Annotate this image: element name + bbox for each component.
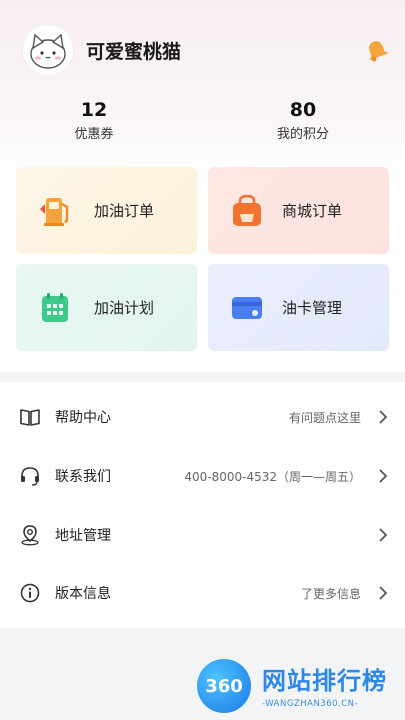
watermark-title: 网站排行榜	[262, 667, 387, 695]
card-label: 商城订单	[282, 202, 343, 220]
card-label: 油卡管理	[282, 299, 343, 317]
card-label: 加油计划	[94, 299, 155, 317]
menu-value: 400-8000-4532（周一—周五）	[184, 469, 361, 484]
card-fuel-plan[interactable]: 加油计划	[16, 264, 197, 351]
menu-item-version[interactable]: 版本信息 了更多信息	[0, 564, 405, 622]
watermark-logo: 360	[197, 659, 251, 713]
card-icon	[228, 289, 266, 327]
coupon-count: 12	[80, 99, 108, 121]
location-icon	[21, 525, 39, 546]
avatar[interactable]	[22, 24, 74, 76]
card-fuel-orders[interactable]: 加油订单	[16, 167, 197, 254]
bell-icon[interactable]	[364, 38, 390, 64]
chevron-right-icon	[379, 528, 388, 542]
menu-label: 地址管理	[55, 528, 111, 544]
stat-coupons[interactable]: 12 优惠券	[24, 98, 164, 144]
fuel-pump-icon	[36, 192, 74, 230]
info-icon	[20, 583, 40, 603]
points-count: 80	[289, 99, 317, 121]
menu-value: 了更多信息	[300, 586, 361, 601]
menu-item-help[interactable]: 帮助中心 有问题点这里	[0, 388, 405, 446]
menu-label: 帮助中心	[55, 410, 111, 426]
coupon-label: 优惠券	[74, 127, 114, 142]
shopping-bag-icon	[228, 192, 266, 230]
calendar-icon	[36, 289, 74, 327]
chevron-right-icon	[379, 410, 388, 424]
stat-points[interactable]: 80 我的积分	[233, 98, 373, 144]
menu-value: 有问题点这里	[288, 410, 361, 425]
username: 可爱蜜桃猫	[86, 40, 182, 63]
book-icon	[20, 409, 40, 426]
watermark: 360 网站排行榜 -WANGZHAN360.CN-	[192, 655, 405, 720]
watermark-subtitle: -WANGZHAN360.CN-	[262, 699, 359, 709]
chevron-right-icon	[379, 586, 388, 600]
menu-item-contact[interactable]: 联系我们 400-8000-4532（周一—周五）	[0, 447, 405, 505]
card-mall-orders[interactable]: 商城订单	[208, 167, 389, 254]
chevron-right-icon	[379, 469, 388, 483]
menu-label: 联系我们	[55, 469, 111, 485]
cat-avatar-icon	[30, 33, 66, 69]
menu-label: 版本信息	[55, 586, 111, 602]
menu-item-address[interactable]: 地址管理	[0, 506, 405, 564]
headset-icon	[21, 467, 39, 486]
card-oil-card-management[interactable]: 油卡管理	[208, 264, 389, 351]
menu-list: 帮助中心 有问题点这里 联系我们 400-8000-4532（周一—周五） 地址…	[0, 382, 405, 628]
points-label: 我的积分	[276, 127, 329, 142]
card-label: 加油订单	[94, 202, 155, 220]
profile-row[interactable]: 可爱蜜桃猫	[22, 24, 181, 76]
